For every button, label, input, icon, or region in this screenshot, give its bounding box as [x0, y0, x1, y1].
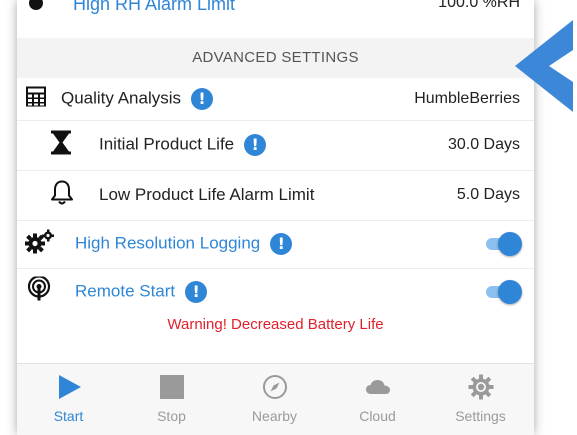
- info-icon[interactable]: !: [191, 88, 213, 110]
- high-resolution-logging-label: High Resolution Logging: [75, 233, 261, 253]
- info-icon[interactable]: !: [244, 134, 267, 156]
- calculator-icon: [25, 86, 47, 113]
- info-icon[interactable]: !: [270, 233, 293, 255]
- hourglass-icon: [50, 130, 72, 160]
- high-rh-alarm-label: High RH Alarm Limit: [73, 0, 236, 14]
- battery-warning: Warning! Decreased Battery Life: [167, 316, 384, 333]
- bottom-nav: Start Stop Nearby Cloud Settings: [17, 363, 534, 435]
- broadcast-icon: [27, 275, 51, 308]
- nav-cloud[interactable]: Cloud: [326, 364, 429, 435]
- low-product-life-value: 5.0 Days: [456, 186, 520, 203]
- nav-nearby[interactable]: Nearby: [223, 364, 326, 435]
- high-resolution-logging-row[interactable]: High Resolution Logging!: [17, 220, 534, 269]
- settings-panel: High RH Alarm Limit 100.0 %RH ADVANCED S…: [17, 0, 534, 435]
- quality-analysis-value: HumbleBerries: [414, 90, 520, 107]
- section-header: ADVANCED SETTINGS: [17, 38, 534, 78]
- high-resolution-logging-toggle[interactable]: [484, 232, 522, 256]
- compass-icon: [262, 374, 288, 400]
- stop-icon: [159, 374, 185, 400]
- nav-start[interactable]: Start: [17, 364, 120, 435]
- back-chevron-icon[interactable]: [515, 20, 575, 112]
- alarm-icon: [29, 0, 43, 10]
- cloud-icon: [365, 374, 391, 400]
- bell-icon: [50, 180, 74, 211]
- play-icon: [56, 374, 82, 400]
- low-product-life-label: Low Product Life Alarm Limit: [99, 185, 315, 204]
- gear-icon: [468, 374, 494, 400]
- info-icon[interactable]: !: [185, 281, 208, 303]
- high-rh-alarm-row[interactable]: High RH Alarm Limit 100.0 %RH: [17, 0, 534, 17]
- initial-product-life-value: 30.0 Days: [447, 136, 520, 153]
- quality-analysis-label: Quality Analysis: [61, 88, 181, 108]
- remote-start-label: Remote Start: [75, 281, 176, 301]
- gears-icon: [25, 229, 55, 259]
- remote-start-toggle[interactable]: [484, 280, 522, 304]
- quality-analysis-row[interactable]: Quality Analysis! HumbleBerries: [17, 78, 534, 121]
- initial-product-life-label: Initial Product Life: [99, 134, 235, 154]
- remote-start-row[interactable]: Remote Start!: [17, 268, 534, 316]
- high-rh-alarm-value: 100.0 %RH: [438, 0, 520, 11]
- initial-product-life-row[interactable]: Initial Product Life! 30.0 Days: [17, 120, 534, 171]
- nav-settings[interactable]: Settings: [429, 364, 532, 435]
- low-product-life-alarm-row[interactable]: Low Product Life Alarm Limit 5.0 Days: [17, 170, 534, 221]
- nav-stop[interactable]: Stop: [120, 364, 223, 435]
